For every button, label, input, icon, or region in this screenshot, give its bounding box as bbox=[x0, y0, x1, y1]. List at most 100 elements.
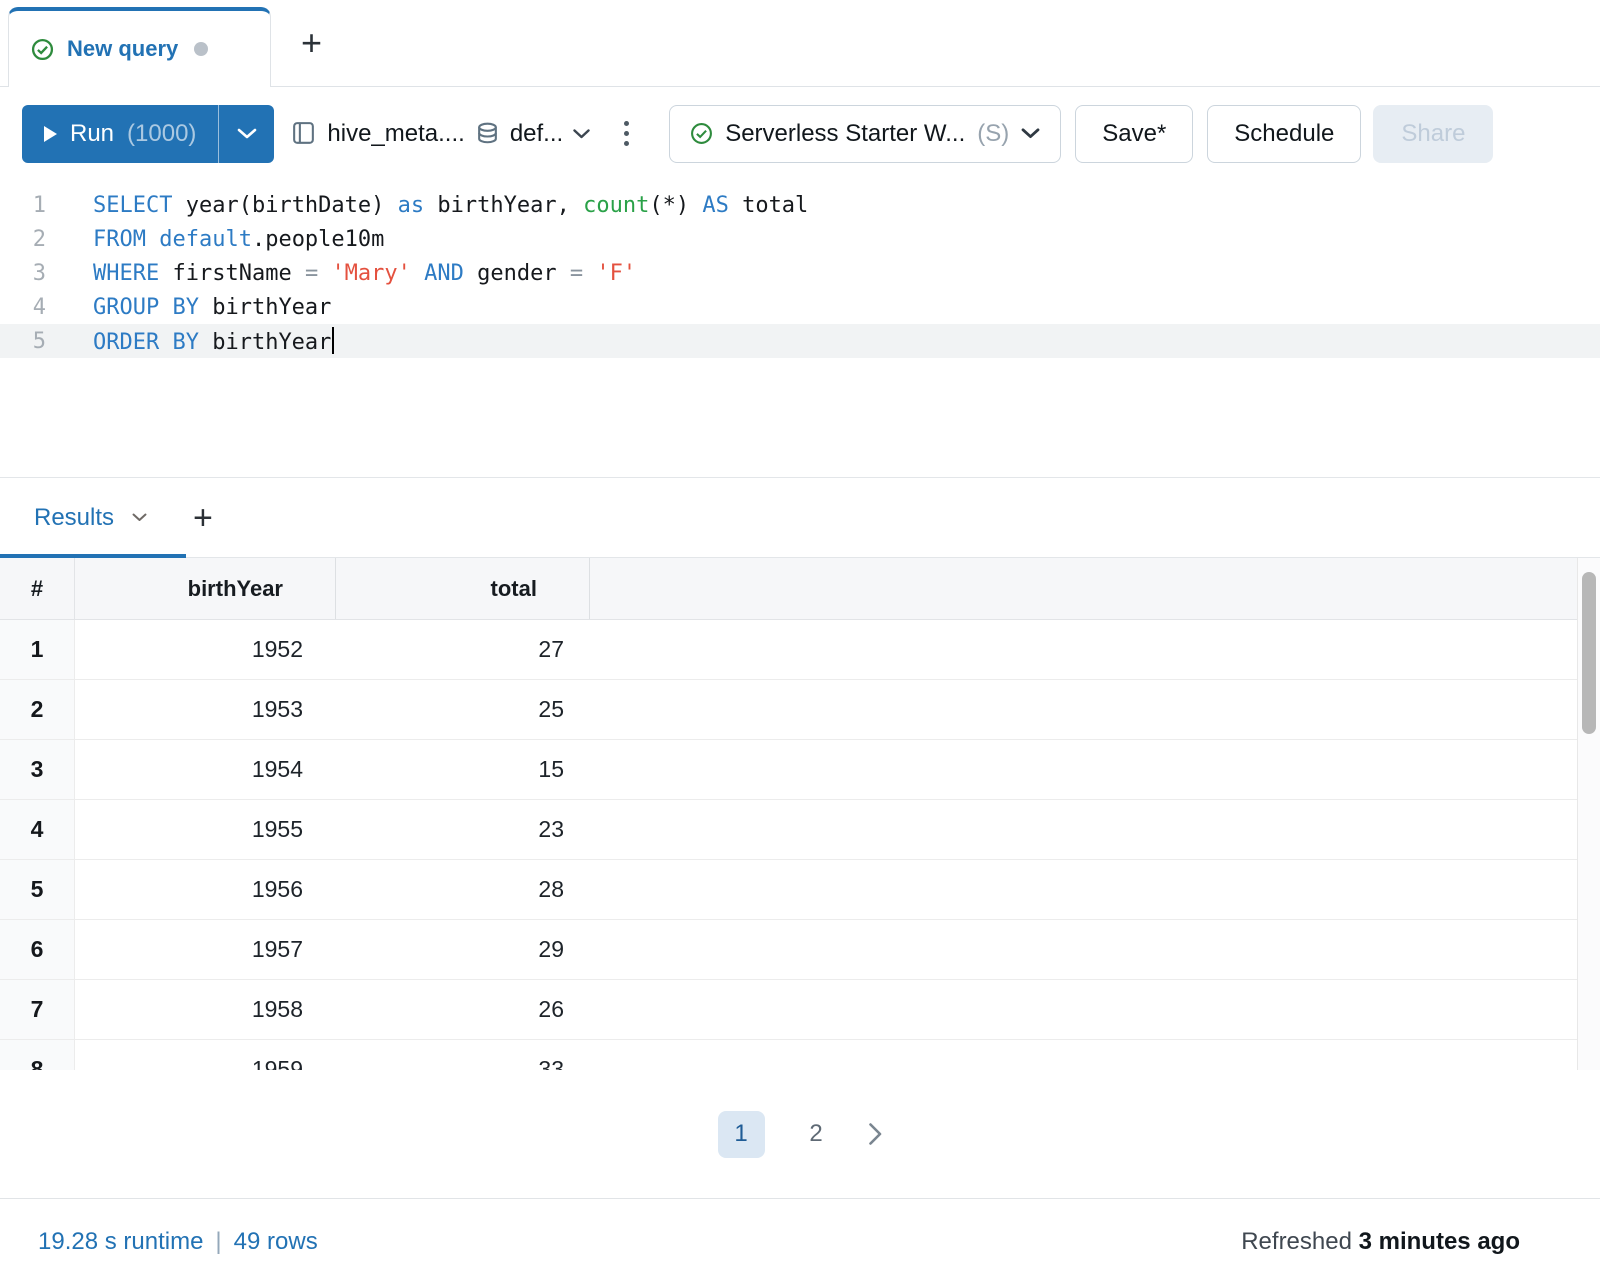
next-page-button[interactable] bbox=[868, 1122, 883, 1146]
run-row-limit: (1000) bbox=[127, 120, 196, 148]
row-number-cell: 4 bbox=[0, 800, 75, 859]
cell-filler bbox=[590, 860, 1600, 919]
cell-filler bbox=[590, 740, 1600, 799]
data-cell: 29 bbox=[336, 920, 590, 979]
catalog-name: hive_meta.... bbox=[327, 120, 464, 148]
tab-bar: New query + bbox=[0, 0, 1600, 87]
row-number-cell: 8 bbox=[0, 1040, 75, 1070]
table-row[interactable]: 5195628 bbox=[0, 860, 1600, 920]
page-button[interactable]: 1 bbox=[718, 1111, 765, 1158]
cell-filler bbox=[590, 980, 1600, 1039]
tab-label: New query bbox=[67, 36, 178, 62]
catalog-schema-selector[interactable]: hive_meta.... def... bbox=[290, 120, 590, 148]
chevron-right-icon bbox=[868, 1122, 883, 1146]
page-button[interactable]: 2 bbox=[793, 1111, 840, 1158]
row-number-cell: 3 bbox=[0, 740, 75, 799]
line-number: 2 bbox=[0, 227, 46, 252]
table-row[interactable]: 8195933 bbox=[0, 1040, 1600, 1070]
editor-overflow-menu-button[interactable] bbox=[616, 115, 637, 152]
run-label: Run bbox=[70, 120, 114, 148]
column-header[interactable]: # bbox=[0, 558, 75, 619]
data-cell: 27 bbox=[336, 620, 590, 679]
code-line[interactable]: 1SELECT year(birthDate) as birthYear, co… bbox=[0, 188, 1600, 222]
text-cursor bbox=[332, 327, 334, 354]
code-lines: 1SELECT year(birthDate) as birthYear, co… bbox=[0, 188, 1600, 358]
chevron-down-icon bbox=[132, 513, 147, 522]
code-text: SELECT year(birthDate) as birthYear, cou… bbox=[46, 193, 808, 218]
row-number-cell: 7 bbox=[0, 980, 75, 1039]
data-cell: 25 bbox=[336, 680, 590, 739]
run-button[interactable]: Run (1000) bbox=[22, 105, 218, 163]
data-cell: 1959 bbox=[75, 1040, 336, 1070]
data-cell: 1953 bbox=[75, 680, 336, 739]
scrollbar-thumb[interactable] bbox=[1582, 572, 1596, 734]
column-header[interactable]: total bbox=[336, 558, 590, 619]
tab-results[interactable]: Results bbox=[34, 504, 147, 532]
save-button[interactable]: Save* bbox=[1075, 105, 1193, 163]
code-line[interactable]: 4GROUP BY birthYear bbox=[0, 290, 1600, 324]
chevron-down-icon bbox=[573, 129, 590, 139]
schema-database-icon bbox=[475, 121, 500, 146]
results-tab-strip: Results + bbox=[0, 478, 1600, 558]
refreshed-label: Refreshed bbox=[1241, 1228, 1352, 1255]
table-row[interactable]: 1195227 bbox=[0, 620, 1600, 680]
column-header-filler bbox=[590, 558, 1600, 619]
code-text: ORDER BY birthYear bbox=[46, 327, 334, 355]
query-status-check-icon bbox=[31, 38, 54, 61]
table-row[interactable]: 2195325 bbox=[0, 680, 1600, 740]
table-body: 1195227219532531954154195523519562861957… bbox=[0, 620, 1600, 1070]
schema-name: def... bbox=[510, 120, 563, 148]
code-line[interactable]: 2FROM default.people10m bbox=[0, 222, 1600, 256]
data-cell: 1957 bbox=[75, 920, 336, 979]
new-tab-button[interactable]: + bbox=[301, 25, 322, 61]
table-row[interactable]: 7195826 bbox=[0, 980, 1600, 1040]
table-row[interactable]: 6195729 bbox=[0, 920, 1600, 980]
cell-filler bbox=[590, 680, 1600, 739]
data-cell: 1956 bbox=[75, 860, 336, 919]
catalog-book-icon bbox=[290, 120, 317, 147]
row-number-cell: 2 bbox=[0, 680, 75, 739]
warehouse-name: Serverless Starter W... bbox=[725, 120, 965, 148]
schedule-button[interactable]: Schedule bbox=[1207, 105, 1361, 163]
data-cell: 1952 bbox=[75, 620, 336, 679]
code-line[interactable]: 3WHERE firstName = 'Mary' AND gender = '… bbox=[0, 256, 1600, 290]
refreshed-time: 3 minutes ago bbox=[1359, 1228, 1520, 1255]
data-cell: 33 bbox=[336, 1040, 590, 1070]
sql-editor[interactable]: 1SELECT year(birthDate) as birthYear, co… bbox=[0, 180, 1600, 477]
vertical-scrollbar[interactable] bbox=[1577, 558, 1600, 1070]
code-text: FROM default.people10m bbox=[46, 227, 384, 252]
run-split-button: Run (1000) bbox=[22, 105, 274, 163]
row-count-text[interactable]: 49 rows bbox=[234, 1228, 318, 1256]
data-cell: 23 bbox=[336, 800, 590, 859]
unsaved-indicator-dot bbox=[194, 42, 208, 56]
column-header[interactable]: birthYear bbox=[75, 558, 336, 619]
table-row[interactable]: 3195415 bbox=[0, 740, 1600, 800]
status-bar: 19.28 s runtime | 49 rows Refreshed 3 mi… bbox=[0, 1198, 1600, 1284]
pagination-pages: 12 bbox=[718, 1111, 840, 1158]
line-number: 5 bbox=[0, 329, 46, 354]
chevron-down-icon bbox=[1021, 128, 1040, 139]
row-number-cell: 1 bbox=[0, 620, 75, 679]
data-cell: 1954 bbox=[75, 740, 336, 799]
add-visualization-button[interactable]: + bbox=[193, 501, 213, 535]
tab-new-query[interactable]: New query bbox=[8, 7, 271, 87]
cell-filler bbox=[590, 620, 1600, 679]
warehouse-selector[interactable]: Serverless Starter W... (S) bbox=[669, 105, 1061, 163]
run-options-dropdown-button[interactable] bbox=[218, 105, 274, 163]
toolbar: Run (1000) hive_meta.... def... bbox=[0, 87, 1600, 180]
cell-filler bbox=[590, 920, 1600, 979]
code-line[interactable]: 5ORDER BY birthYear bbox=[0, 324, 1600, 358]
row-number-cell: 6 bbox=[0, 920, 75, 979]
warehouse-size: (S) bbox=[977, 120, 1009, 148]
share-button: Share bbox=[1373, 105, 1493, 163]
cell-filler bbox=[590, 1040, 1600, 1070]
pagination: 12 bbox=[0, 1070, 1600, 1198]
table-row[interactable]: 4195523 bbox=[0, 800, 1600, 860]
query-stats: 19.28 s runtime | 49 rows bbox=[38, 1228, 318, 1256]
warehouse-status-check-icon bbox=[690, 122, 713, 145]
runtime-text: 19.28 s runtime bbox=[38, 1228, 203, 1256]
table-header: #birthYeartotal bbox=[0, 558, 1600, 620]
results-tab-label: Results bbox=[34, 504, 114, 532]
cell-filler bbox=[590, 800, 1600, 859]
data-cell: 1955 bbox=[75, 800, 336, 859]
